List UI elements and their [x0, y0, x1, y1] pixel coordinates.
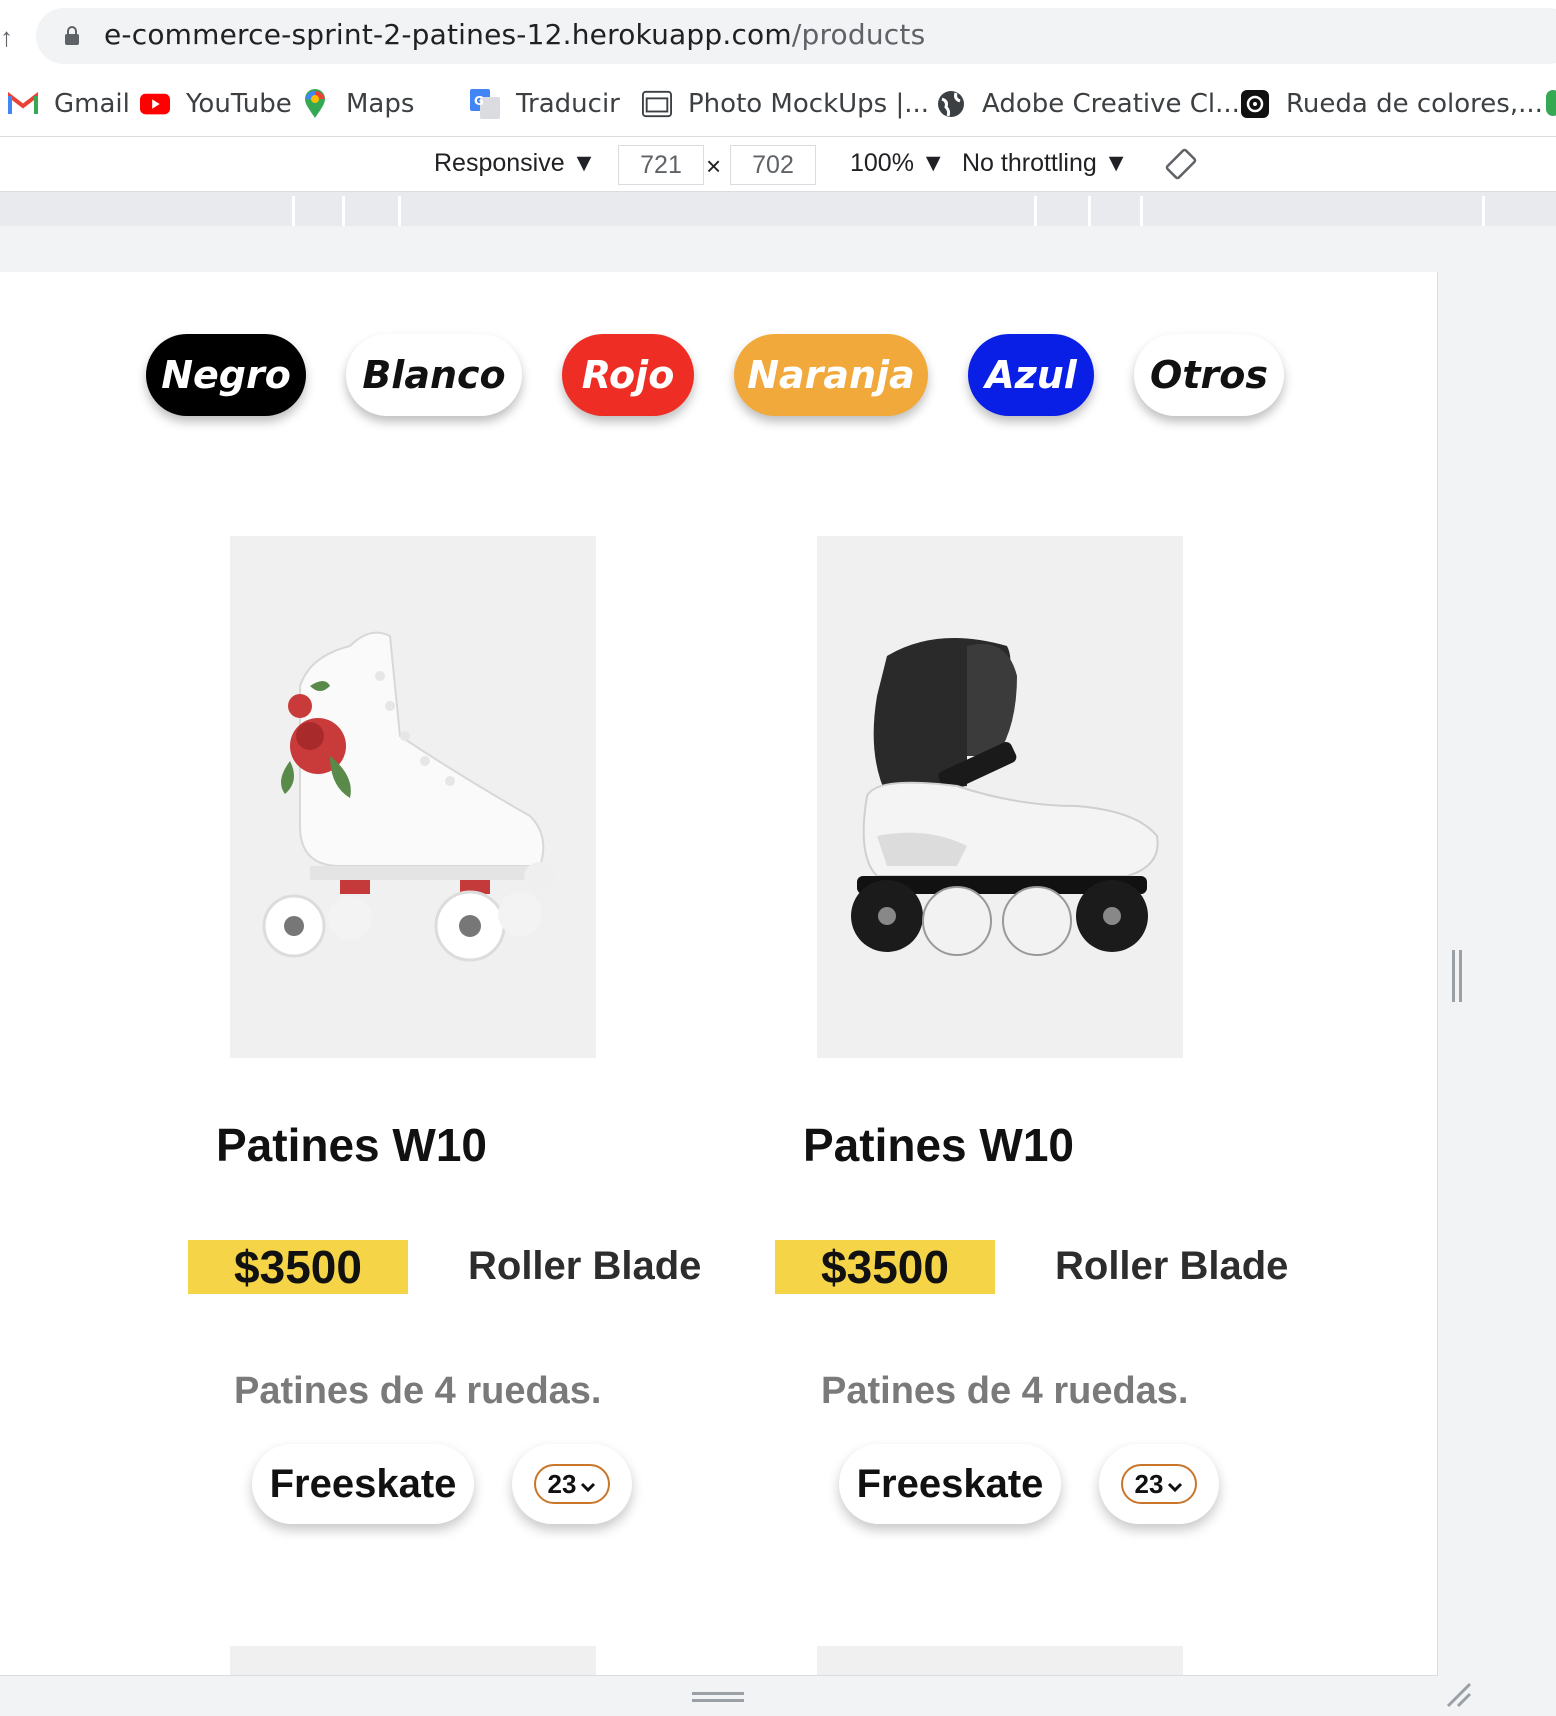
- globe-icon: [936, 89, 966, 119]
- zoom-label: 100%: [850, 149, 914, 177]
- product-brand: Roller Blade: [1055, 1244, 1289, 1288]
- product-description: Patines de 4 ruedas.: [821, 1370, 1189, 1412]
- bookmark-photo-mockups[interactable]: Photo MockUps |...: [642, 80, 929, 128]
- overflow-bookmark-icon[interactable]: [1546, 90, 1556, 116]
- ruler-tick: [292, 196, 295, 226]
- caret-down-icon: ▼: [920, 149, 946, 177]
- product-price: $3500: [188, 1240, 408, 1294]
- product-description: Patines de 4 ruedas.: [234, 1370, 602, 1412]
- bookmark-label: YouTube: [186, 89, 292, 119]
- maps-icon: [300, 89, 330, 119]
- bookmark-label: Rueda de colores,...: [1286, 89, 1543, 119]
- ruler-tick: [1034, 196, 1037, 226]
- resize-handle-bottom[interactable]: [692, 1692, 744, 1702]
- device-label: Responsive: [434, 149, 565, 177]
- product-card: Patines W10 $3500 Roller Blade Patines d…: [0, 272, 701, 1675]
- browser-chrome: ↑ e-commerce-sprint-2-patines-12.herokua…: [0, 0, 1556, 226]
- height-input[interactable]: 702: [730, 145, 816, 185]
- size-value: 23: [1134, 1468, 1164, 1499]
- throttling-label: No throttling: [962, 149, 1097, 177]
- quad-roller-skate-image[interactable]: [230, 536, 596, 1058]
- ruler-tick: [1482, 196, 1485, 226]
- emulated-viewport: Negro Blanco Rojo Naranja Azul Otros Pat…: [0, 272, 1438, 1676]
- throttling-dropdown[interactable]: No throttling ▼: [962, 149, 1129, 178]
- product-price: $3500: [775, 1240, 995, 1294]
- product-card: Patines W10 $3500 Roller Blade Patines d…: [587, 272, 1288, 1675]
- caret-down-icon: ▼: [1103, 149, 1129, 177]
- zoom-dropdown[interactable]: 100% ▼: [850, 149, 946, 178]
- resize-corner-icon[interactable]: [1444, 1680, 1474, 1710]
- inline-skate-image[interactable]: [817, 536, 1183, 1058]
- gmail-icon: [8, 89, 38, 119]
- resize-handle-right[interactable]: [1452, 950, 1462, 1002]
- ruler-tick: [398, 196, 401, 226]
- lock-icon: [65, 26, 79, 45]
- width-input[interactable]: 721: [618, 145, 704, 185]
- bookmark-youtube[interactable]: YouTube: [140, 80, 292, 128]
- svg-text:G: G: [474, 94, 484, 108]
- rotate-icon[interactable]: [1164, 147, 1198, 181]
- ruler-tick: [1140, 196, 1143, 226]
- url-text[interactable]: e-commerce-sprint-2-patines-12.herokuapp…: [104, 18, 925, 51]
- product-title: Patines W10: [216, 1119, 487, 1171]
- bookmark-adobe[interactable]: Adobe Creative Cl...: [936, 80, 1240, 128]
- size-value: 23: [547, 1468, 577, 1499]
- bookmark-label: Maps: [346, 89, 415, 119]
- bookmark-traducir[interactable]: G Traducir: [470, 80, 620, 128]
- youtube-icon: [140, 89, 170, 119]
- bookmark-label: Adobe Creative Cl...: [982, 89, 1240, 119]
- bookmark-label: Photo MockUps |...: [688, 89, 930, 119]
- bookmarks-bar: Gmail YouTube Maps G Traducir Photo Mock…: [0, 80, 1556, 136]
- product-title: Patines W10: [803, 1119, 1074, 1171]
- filter-otros[interactable]: Otros: [1134, 334, 1284, 416]
- bookmark-label: Gmail: [54, 89, 130, 119]
- size-select[interactable]: 23: [1121, 1464, 1197, 1504]
- filter-label: Otros: [1150, 353, 1268, 397]
- bookmark-rueda[interactable]: Rueda de colores,...: [1240, 80, 1543, 128]
- color-wheel-icon: [1240, 89, 1270, 119]
- url-path: /products: [791, 18, 926, 51]
- ruler-tick: [342, 196, 345, 226]
- category-button[interactable]: Freeskate: [252, 1444, 474, 1524]
- media-query-bar[interactable]: [0, 192, 1556, 226]
- translate-icon: G: [470, 89, 500, 119]
- times-icon: ×: [706, 151, 722, 181]
- category-button[interactable]: Freeskate: [839, 1444, 1061, 1524]
- device-dropdown[interactable]: Responsive ▼: [434, 149, 596, 178]
- size-select-wrapper: 23: [1099, 1444, 1219, 1524]
- url-host: e-commerce-sprint-2-patines-12.herokuapp…: [104, 18, 792, 51]
- next-product-image[interactable]: [230, 1646, 596, 1675]
- device-toolbar: Responsive ▼ 721 × 702 100% ▼ No throttl…: [0, 136, 1556, 192]
- ruler-tick: [1088, 196, 1091, 226]
- next-product-image[interactable]: [817, 1646, 1183, 1675]
- caret-down-icon: ▼: [571, 149, 597, 177]
- photo-mockups-icon: [642, 89, 672, 119]
- bookmark-gmail[interactable]: Gmail: [8, 80, 130, 128]
- bookmark-maps[interactable]: Maps: [300, 80, 414, 128]
- bookmark-label: Traducir: [516, 89, 620, 119]
- chevron-down-icon: [1167, 1469, 1183, 1500]
- back-arrow-icon[interactable]: ↑: [0, 22, 13, 53]
